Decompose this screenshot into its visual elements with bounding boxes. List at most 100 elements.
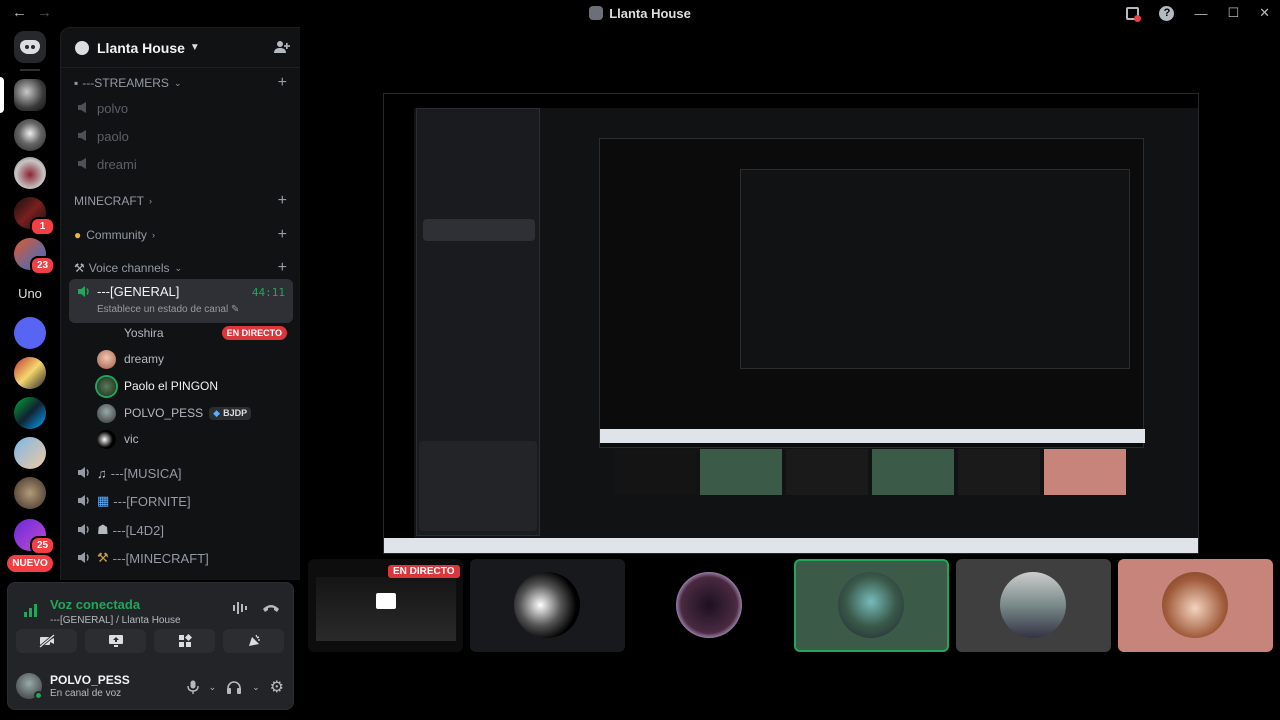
direct-messages-button[interactable] (14, 31, 46, 63)
inbox-icon[interactable] (1126, 6, 1142, 22)
chevron-down-icon[interactable]: ⌄ (252, 682, 260, 693)
category-minecraft[interactable]: MINECRAFT › + (61, 191, 301, 211)
disconnect-icon[interactable] (262, 603, 280, 613)
window-title: Llanta House (0, 6, 1280, 21)
category-label: MINECRAFT (74, 194, 144, 208)
channel-paolo[interactable]: paolo (69, 123, 293, 149)
participant-avatar (676, 572, 742, 638)
selected-server-pill (0, 77, 4, 113)
participant-avatar (514, 572, 580, 638)
voice-channel-fornite[interactable]: ▦ ---[FORNITE] (69, 488, 293, 514)
server-rail: 1 23 Uno 25 NUEVO (0, 27, 60, 580)
soundboard-button[interactable] (223, 629, 284, 653)
participant-avatar (838, 572, 904, 638)
chevron-down-icon: ⌄ (174, 262, 183, 273)
category-community[interactable]: ● Community › + (61, 225, 301, 245)
voice-user-vic[interactable]: vic (97, 427, 293, 451)
server-icon-7[interactable] (14, 357, 46, 389)
nested-voice-panel (419, 441, 537, 531)
maximize-button[interactable]: ☐ (1227, 5, 1239, 21)
channel-status-prompt[interactable]: Establece un estado de canal ✎ (97, 304, 239, 315)
soundboard-icon (248, 634, 260, 646)
server-icon-8[interactable] (14, 397, 46, 429)
map-icon: ▦ (97, 493, 110, 508)
live-badge: EN DIRECTO (221, 326, 287, 340)
stream-preview (316, 577, 456, 641)
pickaxe-icon: ⚒ (97, 550, 109, 565)
camera-off-button[interactable] (16, 629, 77, 653)
add-user-icon[interactable] (274, 40, 290, 54)
user-panel: POLVO_PESS En canal de voz ⌄ ⌄ ⚙ (16, 669, 286, 703)
screen-icon (376, 593, 396, 609)
voice-channel-path[interactable]: ---[GENERAL] / Llanta House (50, 615, 181, 626)
settings-gear-icon[interactable]: ⚙ (270, 677, 284, 697)
stream-thumbnail-yoshira[interactable]: EN DIRECTO (308, 559, 463, 652)
voice-channel-l4d2[interactable]: ☗ ---[L4D2] (69, 517, 293, 543)
speaker-icon (78, 467, 89, 478)
category-streamers[interactable]: ▪ ---STREAMERS ⌄ + (61, 73, 301, 93)
signal-icon (24, 604, 37, 617)
camera-off-icon (38, 634, 55, 648)
channel-dreami[interactable]: dreami (69, 151, 293, 177)
activities-button[interactable] (154, 629, 215, 653)
channel-label: ---[L4D2] (112, 522, 164, 538)
category-label: Community (86, 228, 147, 242)
server-uno[interactable]: Uno (14, 278, 46, 310)
voice-user-polvo[interactable]: POLVO_PESS ◆ BJDP (97, 401, 293, 425)
live-badge: EN DIRECTO (388, 565, 460, 578)
window-title-text: Llanta House (609, 6, 691, 21)
server-icon-9[interactable] (14, 437, 46, 469)
participant-avatar (1000, 572, 1066, 638)
server-icon-discord[interactable] (14, 317, 46, 349)
channel-status-text: Establece un estado de canal (97, 304, 229, 315)
microphone-icon[interactable] (186, 680, 199, 694)
stream-stage: EN DIRECTO (301, 27, 1280, 720)
headphones-icon[interactable] (226, 680, 242, 694)
username: dreamy (124, 352, 165, 366)
minimize-button[interactable]: — (1194, 6, 1207, 21)
add-channel-icon[interactable]: + (278, 74, 287, 92)
server-icon-3[interactable] (14, 157, 46, 189)
participant-tile-paolo[interactable] (794, 559, 949, 652)
speaker-icon (78, 495, 89, 506)
voice-channel-general[interactable]: ---[GENERAL] 44:11 Establece un estado d… (69, 279, 293, 323)
server-name: Llanta House (97, 39, 185, 56)
close-button[interactable]: ✕ (1259, 5, 1270, 21)
voice-channel-minecraft[interactable]: ⚒ ---[MINECRAFT] (69, 545, 293, 571)
server-icon-2[interactable] (14, 119, 46, 151)
zombie-icon: ☗ (97, 522, 109, 537)
title-bar: ← → Llanta House ? — ☐ ✕ (0, 0, 1280, 27)
participant-tile-dreamy[interactable] (632, 559, 787, 652)
server-header[interactable]: Llanta House ▼ (61, 28, 300, 68)
add-channel-icon[interactable]: + (278, 192, 287, 210)
avatar (97, 376, 116, 396)
shared-screen-view[interactable] (383, 93, 1199, 554)
channel-label: dreami (97, 156, 137, 172)
participant-tile-vic[interactable] (470, 559, 625, 652)
voice-user-paolo[interactable]: Paolo el PINGON (97, 374, 293, 398)
voice-channel-musica[interactable]: ♫ ---[MUSICA] (69, 460, 293, 486)
username: Paolo el PINGON (124, 379, 219, 393)
noise-suppression-icon[interactable] (232, 601, 248, 615)
add-channel-icon[interactable]: + (278, 259, 287, 277)
nested-screen-2 (740, 169, 1130, 369)
add-channel-icon[interactable]: + (278, 226, 287, 244)
avatar (97, 429, 116, 449)
channel-sidebar: Llanta House ▼ ▪ ---STREAMERS ⌄ + polvo pao… (60, 27, 300, 580)
server-llanta-house[interactable] (14, 79, 46, 111)
nested-taskbar (600, 429, 1145, 443)
help-icon[interactable]: ? (1159, 5, 1175, 21)
server-icon-10[interactable] (14, 477, 46, 509)
notification-badge: 25 (30, 536, 55, 555)
username: Yoshira (124, 326, 164, 340)
nested-thumb (958, 449, 1040, 495)
voice-user-yoshira[interactable]: Yoshira EN DIRECTO (97, 321, 293, 345)
chevron-down-icon[interactable]: ⌄ (209, 682, 217, 693)
screen-share-button[interactable] (85, 629, 146, 653)
chevron-down-icon: ⌄ (173, 77, 182, 88)
voice-user-dreamy[interactable]: dreamy (97, 347, 293, 371)
category-voice-channels[interactable]: ⚒ Voice channels ⌄ + (61, 258, 301, 278)
participant-tile-polvo[interactable] (956, 559, 1111, 652)
channel-polvo[interactable]: polvo (69, 95, 293, 121)
participant-tile-yoshira[interactable] (1118, 559, 1273, 652)
